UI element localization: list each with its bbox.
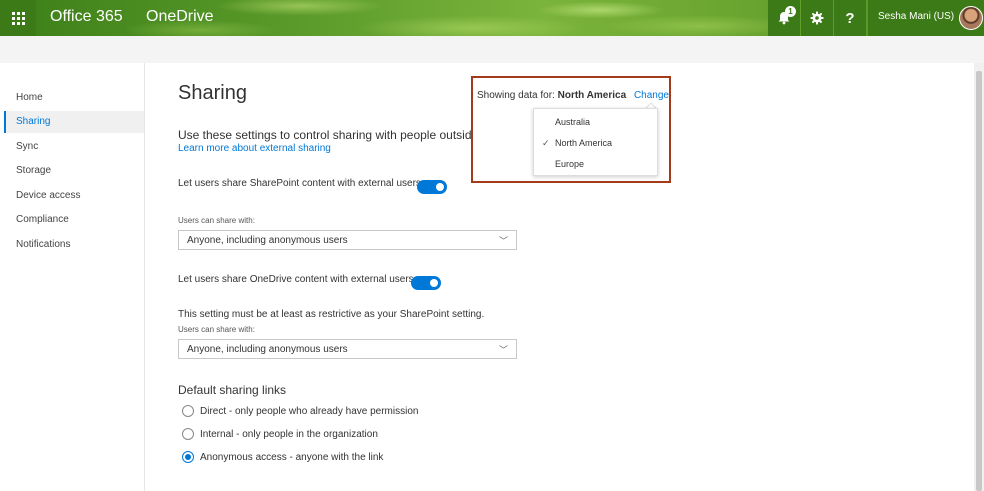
region-option-label: North America (555, 138, 613, 148)
nav-item-sync[interactable]: Sync (4, 136, 144, 158)
nav-item-compliance[interactable]: Compliance (4, 209, 144, 231)
region-option-australia[interactable]: Australia (534, 112, 657, 132)
left-nav: Home Sharing Sync Storage Device access … (4, 63, 145, 491)
sharepoint-share-label: Users can share with: (178, 216, 255, 225)
learn-more-link[interactable]: Learn more about external sharing (178, 143, 331, 154)
nav-item-device-access[interactable]: Device access (4, 185, 144, 207)
nav-item-home[interactable]: Home (4, 87, 144, 109)
onedrive-share-label: Users can share with: (178, 325, 255, 334)
nav-item-notifications[interactable]: Notifications (4, 234, 144, 256)
onedrive-share-dropdown[interactable]: Anyone, including anonymous users ﹀ (178, 339, 517, 359)
current-region: North America (557, 90, 627, 101)
app-name[interactable]: OneDrive (146, 8, 214, 26)
nav-item-storage[interactable]: Storage (4, 160, 144, 182)
radio-direct-label[interactable]: Direct - only people who already have pe… (200, 406, 418, 417)
showing-label: Showing data for: (477, 90, 555, 101)
account-menu[interactable]: Sesha Mani (US) (868, 0, 984, 36)
region-option-label: Australia (555, 117, 591, 127)
radio-direct[interactable] (182, 405, 194, 417)
notification-badge: 1 (785, 6, 796, 17)
onedrive-sharing-toggle[interactable] (411, 276, 441, 290)
sharepoint-sharing-toggle[interactable] (417, 180, 447, 194)
chevron-down-icon: ﹀ (498, 345, 508, 355)
radio-anonymous-label[interactable]: Anonymous access - anyone with the link (200, 452, 383, 463)
waffle-icon (11, 11, 25, 25)
top-bar: Office 365 OneDrive 1 ? Sesha Mani (US) (0, 0, 984, 36)
onedrive-toggle-label: Let users share OneDrive content with ex… (178, 274, 414, 285)
sharepoint-share-dropdown[interactable]: Anyone, including anonymous users ﹀ (178, 230, 517, 250)
radio-anonymous[interactable] (182, 451, 194, 463)
avatar[interactable] (959, 6, 983, 30)
user-name: Sesha Mani (US) (878, 11, 955, 22)
scrollbar-thumb[interactable] (976, 71, 982, 491)
settings-button[interactable] (801, 0, 833, 36)
nav-item-sharing[interactable]: Sharing (4, 111, 144, 133)
page-title: Sharing (178, 82, 247, 104)
page-scrollbar[interactable] (974, 63, 984, 491)
onedrive-share-value: Anyone, including anonymous users (187, 344, 348, 355)
region-option-europe[interactable]: Europe (534, 154, 657, 174)
sharepoint-toggle-label: Let users share SharePoint content with … (178, 178, 421, 189)
region-option-north-america[interactable]: ✓ North America (534, 133, 657, 153)
restrictive-note: This setting must be at least as restric… (178, 309, 485, 320)
radio-internal[interactable] (182, 428, 194, 440)
default-links-title: Default sharing links (178, 383, 287, 397)
sharepoint-share-value: Anyone, including anonymous users (187, 235, 348, 246)
help-icon: ? (845, 9, 855, 27)
header-strip (0, 36, 984, 63)
chevron-down-icon: ﹀ (498, 236, 508, 246)
region-dropdown: Australia ✓ North America Europe (533, 108, 658, 176)
region-option-label: Europe (555, 159, 585, 169)
region-selector: Showing data for: North America Change (477, 90, 669, 101)
radio-internal-label[interactable]: Internal - only people in the organizati… (200, 429, 378, 440)
change-region-link[interactable]: Change (634, 90, 669, 101)
brand-link[interactable]: Office 365 (50, 8, 123, 26)
check-icon: ✓ (542, 138, 550, 148)
notifications-button[interactable]: 1 (768, 0, 800, 36)
app-launcher-button[interactable] (0, 0, 36, 36)
help-button[interactable]: ? (834, 0, 866, 36)
gear-icon (810, 11, 824, 25)
